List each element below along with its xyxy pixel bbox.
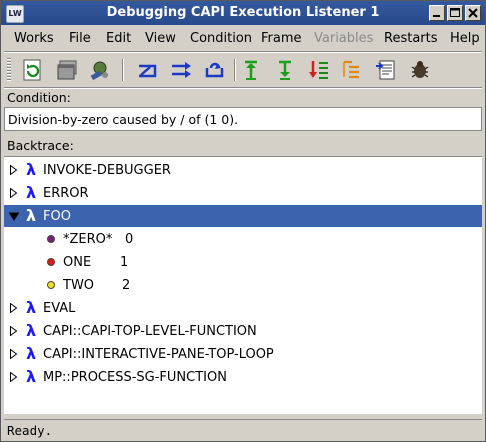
title-bar[interactable]: LW Debugging CAPI Execution Listener 1 [1,1,485,25]
refresh-icon[interactable] [21,58,45,82]
toolbar-separator [122,59,124,81]
toolbar-separator [234,59,236,81]
frame-name: CAPI::INTERACTIVE-PANE-TOP-LOOP [43,347,274,362]
variable-value: 0 [125,232,134,247]
variable-dot-icon [47,258,55,266]
lambda-icon: λ [26,183,37,202]
expand-arrow-icon[interactable] [9,303,18,313]
menu-restarts[interactable]: Restarts [384,31,438,46]
backtrace-frame[interactable]: λ INVOKE-DEBUGGER [4,159,482,181]
frame-name: MP::PROCESS-SG-FUNCTION [43,370,227,385]
minimize-icon [433,15,440,17]
lambda-icon: λ [26,344,37,363]
window-title: Debugging CAPI Execution Listener 1 [106,5,380,20]
variable-name: *ZERO* [63,232,113,247]
status-text: Ready. [7,423,53,438]
return-icon[interactable] [202,58,226,82]
variable-dot-icon [47,281,55,289]
expand-arrow-icon[interactable] [9,326,18,336]
variable-dot-icon [47,235,55,243]
close-icon [468,8,478,18]
debugger-window: LW Debugging CAPI Execution Listener 1 W… [0,0,486,442]
expand-arrow-icon[interactable] [9,372,18,382]
up-frame-icon[interactable] [239,58,263,82]
expand-arrow-icon[interactable] [9,165,18,175]
lambda-icon: λ [26,298,37,317]
minimize-button[interactable] [429,5,445,21]
menu-frame[interactable]: Frame [261,31,302,46]
backtrace-frame[interactable]: λ CAPI::INTERACTIVE-PANE-TOP-LOOP [4,343,482,365]
continue-icon[interactable] [169,58,193,82]
frame-name: EVAL [43,301,76,316]
tools-icon[interactable] [88,58,112,82]
menu-help[interactable]: Help [450,31,480,46]
lambda-icon: λ [26,160,37,179]
report-icon[interactable] [374,58,398,82]
maximize-button[interactable] [447,5,463,21]
frame-name: ERROR [43,186,89,201]
down-frame-icon[interactable] [273,58,297,82]
status-bar: Ready. [4,419,482,440]
expand-arrow-icon[interactable] [9,188,18,198]
toolbar [1,53,485,87]
menu-works[interactable]: Works [14,31,54,46]
frame-name: CAPI::CAPI-TOP-LEVEL-FUNCTION [43,324,257,339]
top-frame-icon[interactable] [341,58,365,82]
toolbar-separator-line [4,87,482,89]
menu-bar: Works File Edit View Condition Frame Var… [1,26,485,50]
condition-field[interactable]: Division-by-zero caused by / of (1 0). [4,107,482,131]
backtrace-frame[interactable]: λ ERROR [4,182,482,204]
menu-edit[interactable]: Edit [106,31,131,46]
bottom-frame-icon[interactable] [307,58,331,82]
windows-icon[interactable] [55,58,79,82]
frame-name: INVOKE-DEBUGGER [43,163,171,178]
menu-file[interactable]: File [69,31,91,46]
menu-view[interactable]: View [145,31,176,46]
condition-text: Division-by-zero caused by / of (1 0). [8,112,239,127]
lambda-icon: λ [26,321,37,340]
lambda-icon: λ [26,206,37,225]
variable-name: TWO [63,278,95,293]
maximize-icon [450,8,460,17]
backtrace-label: Backtrace: [7,138,74,153]
expand-arrow-icon[interactable] [9,349,18,359]
restart-icon[interactable] [135,58,159,82]
bug-icon[interactable] [408,58,432,82]
backtrace-frame[interactable]: λ MP::PROCESS-SG-FUNCTION [4,366,482,388]
variable-value: 1 [120,255,129,270]
lambda-icon: λ [26,367,37,386]
collapse-arrow-icon[interactable] [9,212,19,221]
frame-name: FOO [43,209,71,224]
menu-variables: Variables [314,31,374,46]
variable-row[interactable]: ONE 1 [4,251,482,273]
variable-row[interactable]: TWO 2 [4,274,482,296]
backtrace-frame[interactable]: λ CAPI::CAPI-TOP-LEVEL-FUNCTION [4,320,482,342]
close-button[interactable] [465,5,481,21]
backtrace-frame-selected[interactable]: λ FOO [4,205,482,227]
backtrace-tree[interactable]: λ INVOKE-DEBUGGER λ ERROR λ FOO *ZERO* 0… [4,156,482,414]
variable-name: ONE [63,255,92,270]
variable-value: 2 [122,278,131,293]
toolbar-grip[interactable] [7,58,11,82]
condition-label: Condition: [7,90,71,105]
menu-condition[interactable]: Condition [190,31,252,46]
variable-row[interactable]: *ZERO* 0 [4,228,482,250]
backtrace-frame[interactable]: λ EVAL [4,297,482,319]
